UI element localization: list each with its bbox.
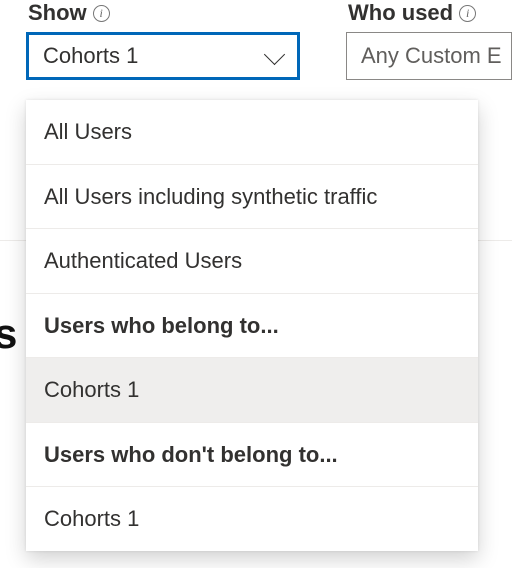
dropdown-option-cohorts-1[interactable]: Cohorts 1 — [26, 358, 478, 423]
info-icon[interactable]: i — [459, 5, 476, 22]
who-used-field-group: Who used i Any Custom E — [346, 0, 512, 80]
dropdown-option-label: Cohorts 1 — [44, 506, 139, 531]
dropdown-option-authenticated-users[interactable]: Authenticated Users — [26, 229, 478, 294]
dropdown-heading-label: Users who don't belong to... — [44, 442, 338, 467]
dropdown-heading-label: Users who belong to... — [44, 313, 279, 338]
dropdown-heading-not-belong: Users who don't belong to... — [26, 423, 478, 488]
chevron-down-icon — [263, 41, 285, 63]
dropdown-option-all-users-synthetic[interactable]: All Users including synthetic traffic — [26, 165, 478, 230]
who-used-label: Who used i — [346, 0, 512, 26]
show-label: Show i — [26, 0, 346, 26]
who-used-select[interactable]: Any Custom E — [346, 32, 512, 80]
dropdown-option-all-users[interactable]: All Users — [26, 100, 478, 165]
who-used-label-text: Who used — [348, 0, 453, 26]
filter-panel: s Show i Cohorts 1 Who used i Any Custom… — [0, 0, 512, 80]
background-heading-fragment: s — [0, 310, 17, 358]
dropdown-heading-belong: Users who belong to... — [26, 294, 478, 359]
show-label-text: Show — [28, 0, 87, 26]
show-select-value: Cohorts 1 — [43, 43, 138, 69]
show-field-group: Show i Cohorts 1 — [26, 0, 346, 80]
info-icon[interactable]: i — [93, 5, 110, 22]
show-dropdown-list: All Users All Users including synthetic … — [26, 100, 478, 551]
dropdown-option-label: Cohorts 1 — [44, 377, 139, 402]
dropdown-option-label: Authenticated Users — [44, 248, 242, 273]
labels-row: Show i Cohorts 1 Who used i Any Custom E — [26, 0, 512, 80]
who-used-select-value: Any Custom E — [361, 43, 502, 69]
show-select[interactable]: Cohorts 1 — [26, 32, 300, 80]
dropdown-option-label: All Users — [44, 119, 132, 144]
dropdown-option-cohorts-1-excl[interactable]: Cohorts 1 — [26, 487, 478, 551]
dropdown-option-label: All Users including synthetic traffic — [44, 184, 377, 209]
